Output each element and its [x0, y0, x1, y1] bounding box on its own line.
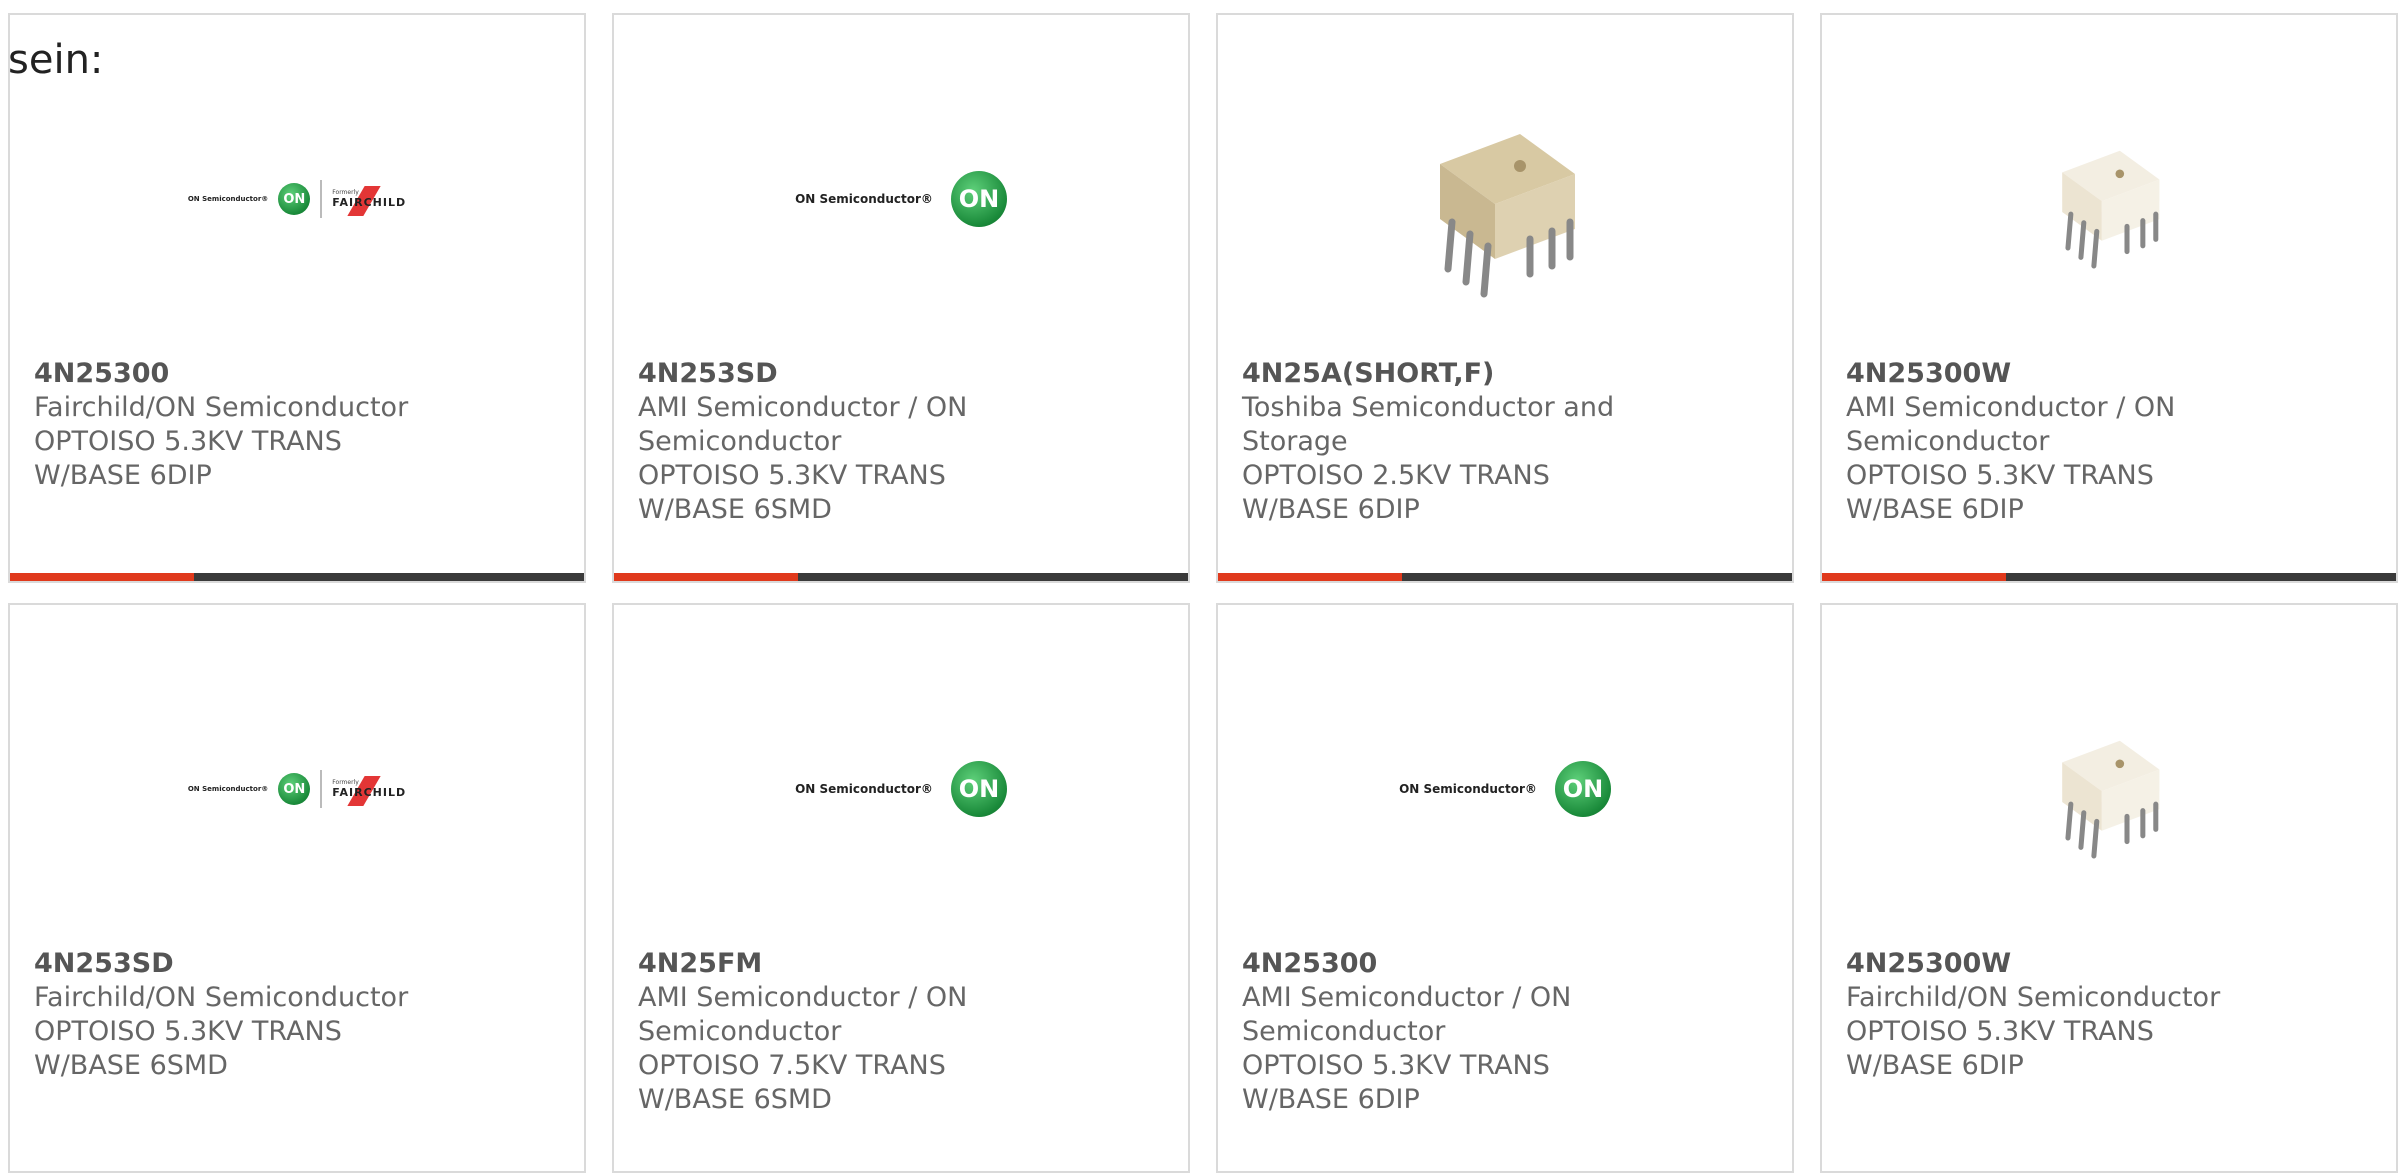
manufacturer: Toshiba Semiconductor and Storage — [1242, 392, 1615, 457]
product-info: 4N25300 Fairchild/ON Semiconductor OPTOI… — [34, 357, 454, 493]
product-info: 4N25A(SHORT,F) Toshiba Semiconductor and… — [1242, 357, 1662, 527]
card-progress-fill — [1822, 573, 2006, 581]
on-badge-icon: ON — [1554, 761, 1611, 817]
card-progress-bar — [10, 573, 584, 581]
product-image[interactable] — [1822, 645, 2396, 933]
on-badge-icon: ON — [278, 773, 311, 805]
fairchild-logo: Formerly FAIRCHILD — [332, 186, 406, 216]
on-semi-text: ON Semiconductor® — [795, 192, 933, 206]
fairchild-text: FAIRCHILD — [332, 776, 406, 806]
on-semi-text: ON Semiconductor® — [187, 195, 269, 203]
on-semi-text: ON Semiconductor® — [187, 785, 269, 793]
on-badge-icon: ON — [278, 183, 311, 215]
product-card[interactable]: 4N25A(SHORT,F) Toshiba Semiconductor and… — [1216, 13, 1794, 583]
fairchild-on-logo: ON Semiconductor® ON Formerly FAIRCHILD — [188, 180, 406, 218]
manufacturer: AMI Semiconductor / ON Semiconductor — [1846, 392, 2176, 457]
product-card[interactable]: ON Semiconductor® ON 4N253SD AMI Semicon… — [612, 13, 1190, 583]
card-progress-bar — [614, 573, 1188, 581]
product-info: 4N25300W Fairchild/ON Semiconductor OPTO… — [1846, 947, 2266, 1083]
logo-divider — [320, 770, 323, 808]
product-card[interactable]: 4N25300W AMI Semiconductor / ON Semicond… — [1820, 13, 2398, 583]
chip-photo-icon — [2062, 150, 2160, 269]
description: OPTOISO 5.3KV TRANS W/BASE 6SMD — [34, 1016, 342, 1081]
card-progress-fill — [10, 573, 194, 581]
part-number[interactable]: 4N25300W — [1846, 357, 2266, 391]
product-image[interactable]: ON Semiconductor® ON — [614, 55, 1188, 343]
part-number[interactable]: 4N25300W — [1846, 947, 2266, 981]
fairchild-logo: Formerly FAIRCHILD — [332, 776, 406, 806]
description: OPTOISO 2.5KV TRANS W/BASE 6DIP — [1242, 460, 1550, 525]
fairchild-on-logo: ON Semiconductor® ON Formerly FAIRCHILD — [188, 770, 406, 808]
card-progress-fill — [614, 573, 798, 581]
manufacturer: Fairchild/ON Semiconductor — [1846, 982, 2221, 1013]
product-info: 4N25300W AMI Semiconductor / ON Semicond… — [1846, 357, 2266, 527]
lead-text: sein: — [8, 37, 104, 83]
on-semi-text: ON Semiconductor® — [1399, 782, 1537, 796]
product-image[interactable] — [1218, 55, 1792, 343]
on-badge-icon: ON — [950, 171, 1007, 227]
manufacturer: Fairchild/ON Semiconductor — [34, 982, 409, 1013]
product-info: 4N25FM AMI Semiconductor / ON Semiconduc… — [638, 947, 1058, 1117]
product-card[interactable]: ON Semiconductor® ON 4N25FM AMI Semicond… — [612, 603, 1190, 1173]
manufacturer: AMI Semiconductor / ON Semiconductor — [1242, 982, 1572, 1047]
product-image[interactable]: ON Semiconductor® ON Formerly FAIRCHILD — [10, 55, 584, 343]
manufacturer: AMI Semiconductor / ON Semiconductor — [638, 982, 968, 1047]
product-info: 4N253SD Fairchild/ON Semiconductor OPTOI… — [34, 947, 454, 1083]
card-progress-bar — [1822, 573, 2396, 581]
product-card[interactable]: ON Semiconductor® ON Formerly FAIRCHILD … — [8, 13, 586, 583]
product-info: 4N253SD AMI Semiconductor / ON Semicondu… — [638, 357, 1058, 527]
part-number[interactable]: 4N25A(SHORT,F) — [1242, 357, 1662, 391]
on-semi-logo: ON Semiconductor® ON — [795, 761, 1007, 817]
on-badge-icon: ON — [950, 761, 1007, 817]
product-card[interactable]: ON Semiconductor® ON Formerly FAIRCHILD … — [8, 603, 586, 1173]
product-card[interactable]: 4N25300W Fairchild/ON Semiconductor OPTO… — [1820, 603, 2398, 1173]
description: OPTOISO 5.3KV TRANS W/BASE 6DIP — [34, 426, 342, 491]
manufacturer: Fairchild/ON Semiconductor — [34, 392, 409, 423]
product-image[interactable]: ON Semiconductor® ON — [1218, 645, 1792, 933]
product-card[interactable]: ON Semiconductor® ON 4N25300 AMI Semicon… — [1216, 603, 1794, 1173]
description: OPTOISO 5.3KV TRANS W/BASE 6SMD — [638, 460, 946, 525]
manufacturer: AMI Semiconductor / ON Semiconductor — [638, 392, 968, 457]
chip-photo-icon — [2062, 740, 2160, 859]
description: OPTOISO 5.3KV TRANS W/BASE 6DIP — [1846, 1016, 2154, 1081]
product-info: 4N25300 AMI Semiconductor / ON Semicondu… — [1242, 947, 1662, 1117]
on-semi-logo: ON Semiconductor® ON — [1399, 761, 1611, 817]
description: OPTOISO 5.3KV TRANS W/BASE 6DIP — [1846, 460, 2154, 525]
product-image[interactable] — [1822, 55, 2396, 343]
fairchild-text: FAIRCHILD — [332, 186, 406, 216]
part-number[interactable]: 4N25FM — [638, 947, 1058, 981]
on-semi-text: ON Semiconductor® — [795, 782, 933, 796]
part-number[interactable]: 4N253SD — [638, 357, 1058, 391]
chip-photo-icon — [1440, 134, 1575, 298]
product-image[interactable]: ON Semiconductor® ON — [614, 645, 1188, 933]
part-number[interactable]: 4N25300 — [1242, 947, 1662, 981]
part-number[interactable]: 4N253SD — [34, 947, 454, 981]
logo-divider — [320, 180, 323, 218]
product-image[interactable]: ON Semiconductor® ON Formerly FAIRCHILD — [10, 645, 584, 933]
card-progress-bar — [1218, 573, 1792, 581]
description: OPTOISO 7.5KV TRANS W/BASE 6SMD — [638, 1050, 946, 1115]
part-number[interactable]: 4N25300 — [34, 357, 454, 391]
card-progress-fill — [1218, 573, 1402, 581]
on-semi-logo: ON Semiconductor® ON — [795, 171, 1007, 227]
description: OPTOISO 5.3KV TRANS W/BASE 6DIP — [1242, 1050, 1550, 1115]
